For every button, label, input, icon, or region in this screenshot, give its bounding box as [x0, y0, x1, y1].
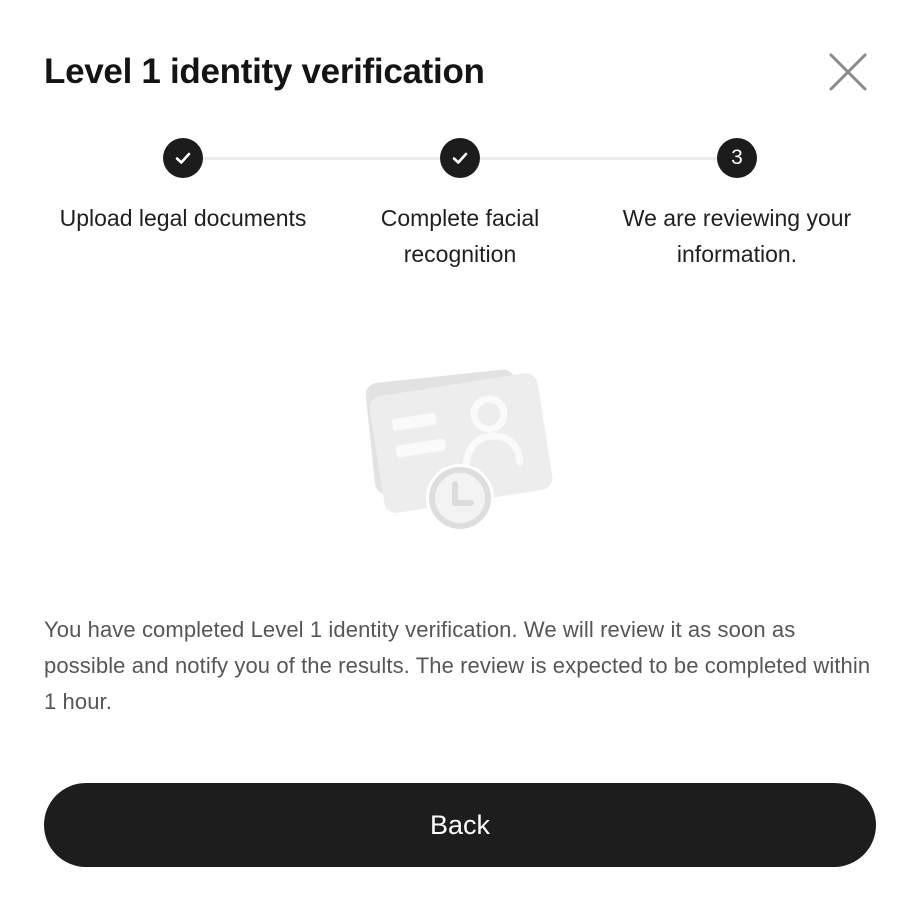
back-button[interactable]: Back: [44, 783, 876, 867]
dialog-title: Level 1 identity verification: [44, 52, 485, 91]
step-number-marker: 3: [717, 138, 757, 178]
check-icon: [175, 152, 191, 164]
step-label: Upload legal documents: [59, 205, 307, 231]
verification-dialog: Level 1 identity verification Upload leg…: [0, 0, 910, 900]
step-completed-marker: [440, 138, 480, 178]
step-completed-marker: [163, 138, 203, 178]
close-button[interactable]: [826, 50, 870, 94]
step-facial-recognition: Complete facial recognition: [315, 138, 605, 272]
step-label: We are reviewing your information.: [622, 205, 852, 267]
step-label: Complete facial recognition: [380, 205, 540, 267]
step-upload-documents: Upload legal documents: [38, 138, 328, 236]
progress-stepper: Upload legal documents Complete facial r…: [0, 138, 910, 278]
id-card-pending-review-icon: [362, 362, 558, 534]
step-under-review: 3 We are reviewing your information.: [592, 138, 882, 272]
check-icon: [452, 152, 468, 164]
close-icon: [829, 53, 867, 91]
verification-message: You have completed Level 1 identity veri…: [44, 617, 871, 714]
